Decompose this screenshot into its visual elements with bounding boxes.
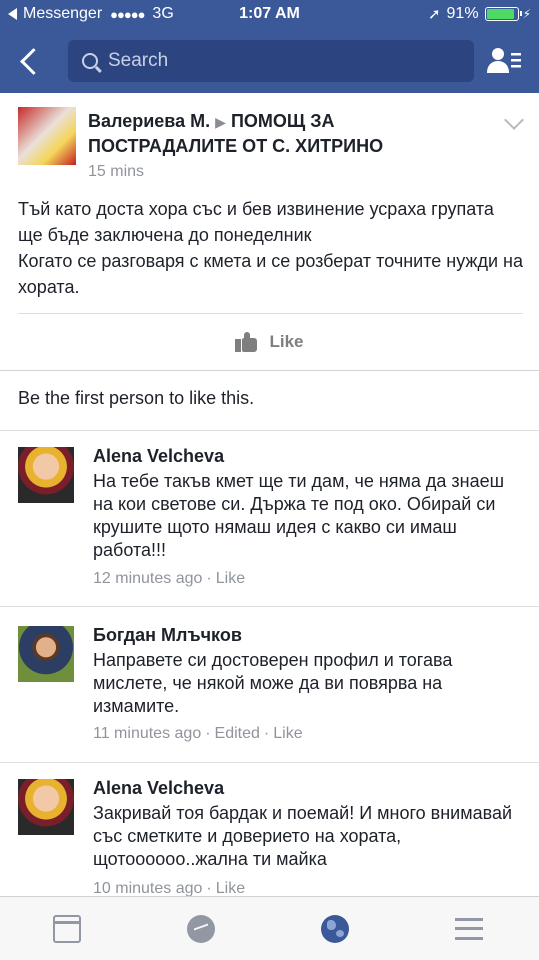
comment-like-link[interactable]: Like (273, 725, 302, 742)
divider (0, 370, 539, 371)
avatar[interactable] (18, 626, 74, 682)
comment-like-link[interactable]: Like (216, 880, 245, 897)
chevron-down-icon[interactable] (504, 110, 524, 130)
comment-edited-label[interactable]: Edited (215, 725, 260, 742)
status-bar: Messenger ●●●●● 3G 1:07 AM ➚ 91% ⚡ (0, 0, 539, 30)
news-feed-icon (53, 915, 81, 943)
messenger-icon (187, 915, 215, 943)
location-icon: ➚ (427, 6, 441, 23)
tab-messenger[interactable] (134, 897, 268, 960)
comment-timestamp[interactable]: 12 minutes ago (93, 570, 202, 587)
friend-requests-button[interactable] (485, 44, 523, 78)
navigation-bar: Search (0, 38, 539, 84)
globe-icon (321, 915, 349, 943)
battery-percent: 91% (446, 5, 479, 22)
avatar[interactable] (18, 779, 74, 835)
divider (0, 430, 539, 431)
comment-text: Закривай тоя бардак и поемай! И много вн… (93, 803, 513, 869)
search-placeholder: Search (108, 50, 169, 71)
comment-like-link[interactable]: Like (216, 570, 245, 587)
like-button[interactable]: Like (0, 314, 539, 370)
avatar[interactable] (18, 447, 74, 503)
comment-meta: 11 minutes ago · Edited · Like (93, 725, 303, 742)
tab-menu[interactable] (402, 897, 536, 960)
back-button[interactable] (16, 44, 48, 78)
friend-requests-icon (487, 48, 521, 73)
comment-author[interactable]: Alena Velcheva (93, 446, 224, 467)
top-bar: Messenger ●●●●● 3G 1:07 AM ➚ 91% ⚡ Searc… (0, 0, 539, 93)
post-body: Тъй като доста хора със и бев извинение … (18, 196, 528, 300)
comment-text: На тебе такъв кмет ще ти дам, че няма да… (93, 471, 505, 560)
battery-icon (484, 7, 522, 21)
like-label: Like (269, 332, 304, 351)
like-summary: Be the first person to like this. (18, 388, 255, 408)
comment-author[interactable]: Alena Velcheva (93, 778, 224, 799)
charging-icon: ⚡ (522, 7, 531, 21)
post-text: Тъй като доста хора със и бев извинение … (18, 199, 523, 297)
comment-meta: 12 minutes ago · Like (93, 570, 246, 587)
post-timestamp[interactable]: 15 mins (88, 163, 144, 181)
post-title[interactable]: Валериева М. ▶ ПОМОЩ ЗА ПОСТРАДАЛИТЕ ОТ … (88, 109, 468, 158)
group-avatar[interactable] (18, 107, 76, 165)
arrow-right-icon: ▶ (215, 114, 226, 130)
author-name[interactable]: Валериева М. (88, 111, 210, 131)
comment-text: Направете си достоверен профил и тогава … (93, 650, 453, 716)
thumbs-up-icon (235, 332, 258, 352)
tab-news-feed[interactable] (0, 897, 134, 960)
comment-timestamp[interactable]: 10 minutes ago (93, 880, 202, 897)
search-icon (82, 53, 98, 69)
tab-notifications[interactable] (268, 897, 402, 960)
tab-bar (0, 896, 539, 960)
search-input[interactable]: Search (68, 40, 474, 82)
divider (0, 762, 539, 763)
menu-icon (455, 918, 483, 940)
divider (0, 606, 539, 607)
comment-author[interactable]: Богдан Млъчков (93, 625, 242, 646)
comment-timestamp[interactable]: 11 minutes ago (93, 725, 201, 742)
